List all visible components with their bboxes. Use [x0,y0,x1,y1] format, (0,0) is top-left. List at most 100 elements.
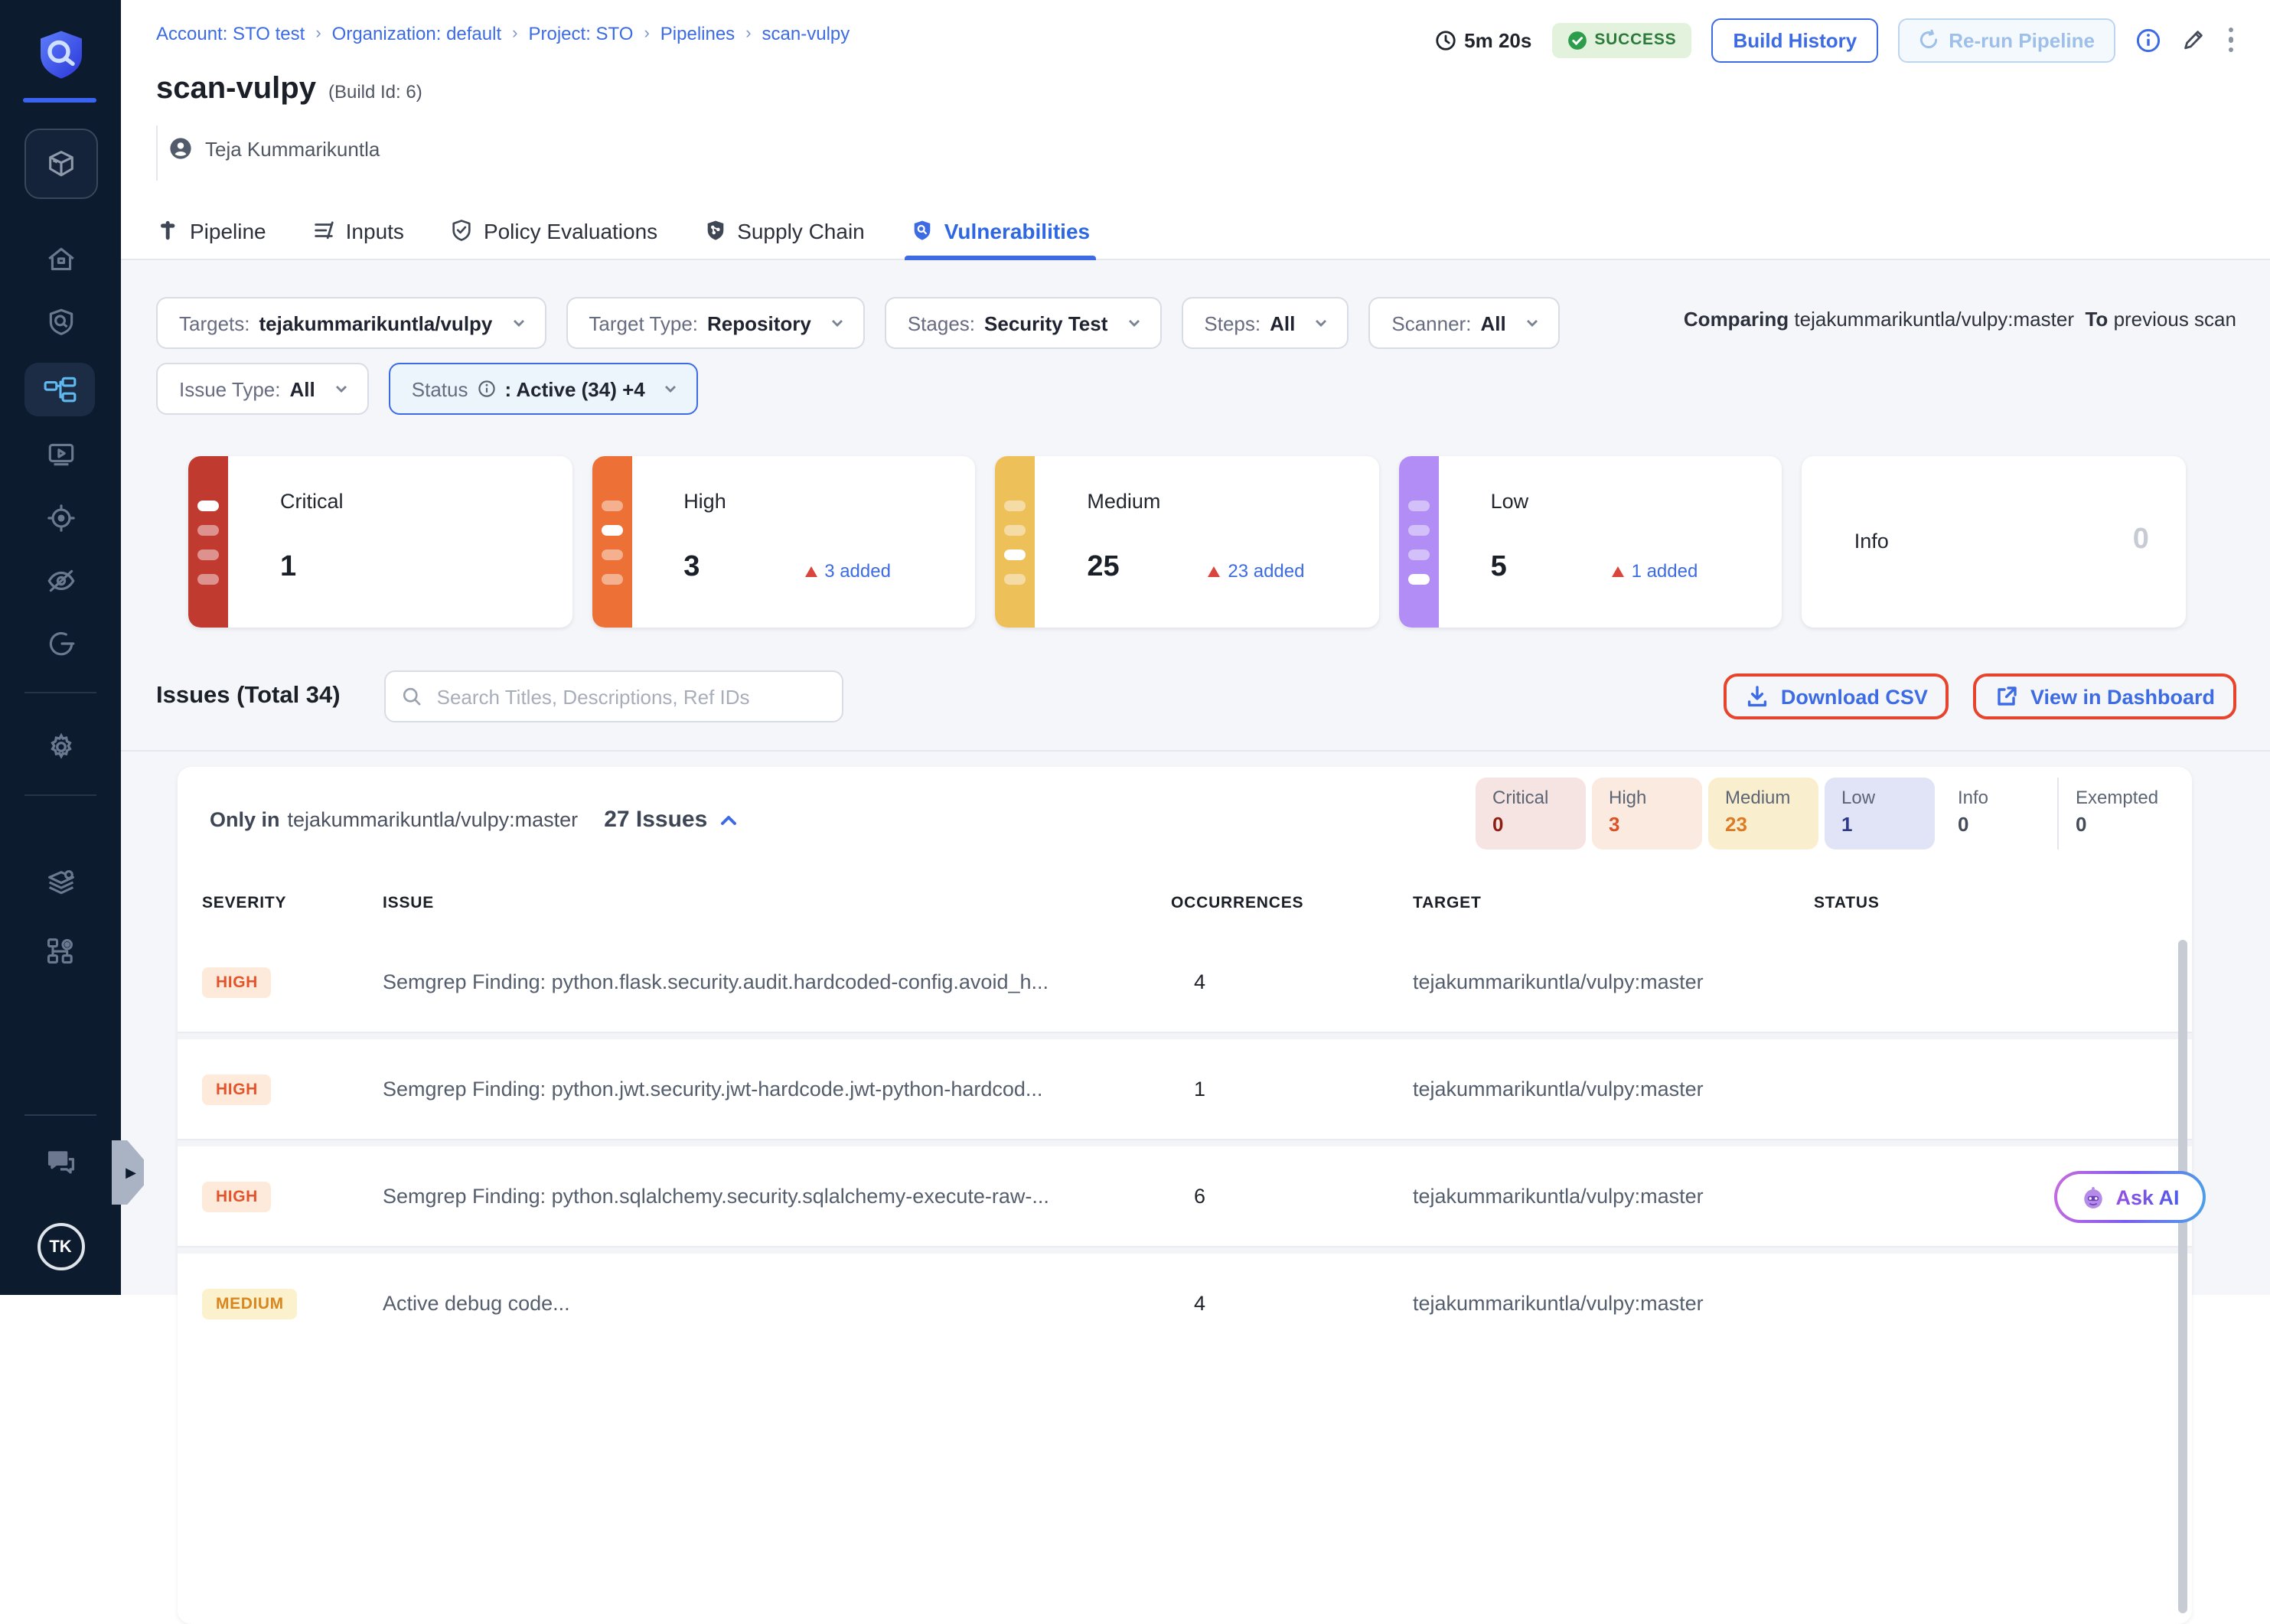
robot-icon [2080,1184,2106,1210]
occurrences-value: 1 [1171,1078,1413,1101]
medium-severity-bar [995,456,1035,628]
tab-inputs[interactable]: Inputs [312,201,404,260]
target-type-filter[interactable]: Target Type:Repository [566,297,864,349]
triangle-up-icon [1208,566,1220,576]
breadcrumb-separator: › [745,24,751,43]
scanner-filter[interactable]: Scanner:All [1368,297,1559,349]
issue-row[interactable]: HIGH Semgrep Finding: python.jwt.securit… [178,1039,2192,1139]
occurrences-value: 4 [1171,970,1413,993]
issue-row[interactable]: MEDIUM Active debug code... 4 tejakummar… [178,1254,2192,1353]
chevron-down-icon [830,315,845,331]
kebab-menu-icon[interactable] [2225,24,2236,56]
module-active-underline [23,98,96,103]
sidebar-divider [24,692,96,693]
chip-info[interactable]: Info0 [1941,778,2051,850]
issue-title: Semgrep Finding: python.sqlalchemy.secur… [383,1185,1171,1208]
chip-low[interactable]: Low1 [1825,778,1935,850]
issue-type-filter[interactable]: Issue Type:All [156,363,369,415]
circle-arrow-icon[interactable] [44,628,77,660]
settings-gear-icon[interactable] [44,730,77,764]
stages-filter[interactable]: Stages:Security Test [885,297,1162,349]
issue-row[interactable]: HIGH Semgrep Finding: python.sqlalchemy.… [178,1146,2192,1246]
row-separator [178,1032,2192,1039]
severity-summary-cards: Critical 1 High 3 3 added Medium 25 23 a… [188,456,2186,628]
author-connector-line [156,126,158,181]
target-value: tejakummarikuntla/vulpy:master [1413,1078,1814,1101]
issue-title: Active debug code... [383,1292,1171,1315]
high-severity-bar [592,456,631,628]
chevron-up-icon[interactable] [718,809,739,830]
row-separator [178,1246,2192,1254]
info-icon[interactable] [2135,27,2161,53]
build-duration: 5m 20s [1433,28,1531,51]
low-card[interactable]: Low 5 1 added [1399,456,1782,628]
group-target: tejakummarikuntla/vulpy:master [288,808,579,831]
build-history-button[interactable]: Build History [1711,18,1878,62]
scan-shield-icon[interactable] [44,306,77,338]
view-in-dashboard-button[interactable]: View in Dashboard [1995,684,2215,709]
severity-badge: HIGH [202,967,272,997]
vertical-scrollbar[interactable] [2178,940,2187,1613]
pipeline-icon [156,219,179,242]
target-value: tejakummarikuntla/vulpy:master [1413,970,1814,993]
high-card[interactable]: High 3 3 added [592,456,975,628]
medium-card[interactable]: Medium 25 23 added [995,456,1378,628]
edit-pencil-icon[interactable] [2180,28,2205,52]
eye-off-icon[interactable] [44,565,77,597]
breadcrumb-current[interactable]: scan-vulpy [762,23,850,44]
clock-icon [1433,28,1456,51]
targets-filter[interactable]: Targets:tejakummarikuntla/vulpy [156,297,546,349]
module-selector-button[interactable] [24,129,98,199]
issues-total-title: Issues (Total 34) [156,683,341,710]
occurrences-value: 4 [1171,1292,1413,1315]
low-count: 5 [1491,551,1507,585]
author-row: Teja Kummarikuntla [168,136,380,161]
chip-exempted[interactable]: Exempted0 [2057,778,2167,850]
chip-high[interactable]: High3 [1592,778,1702,850]
sidebar-item-pipelines-active[interactable] [24,363,95,416]
status-filter[interactable]: Status : Active (34) +4 [389,363,699,415]
critical-severity-bar [188,456,228,628]
search-input[interactable] [434,683,827,709]
help-chat-icon[interactable]: ? [44,1145,77,1179]
steps-filter[interactable]: Steps:All [1181,297,1349,349]
download-csv-button[interactable]: Download CSV [1746,684,1928,709]
info-icon [477,380,495,398]
critical-count: 1 [280,551,296,585]
low-severity-bar [1399,456,1439,628]
target-value: tejakummarikuntla/vulpy:master [1413,1185,1814,1208]
issue-row[interactable]: HIGH Semgrep Finding: python.flask.secur… [178,932,2192,1032]
group-header[interactable]: Only in tejakummarikuntla/vulpy:master 2… [210,807,739,833]
tab-pipeline[interactable]: Pipeline [156,201,266,260]
severity-badge: HIGH [202,1074,272,1104]
high-added-delta: 3 added [804,560,891,582]
breadcrumb-org[interactable]: Organization: default [332,23,502,44]
info-card[interactable]: Info 0 [1802,456,2186,628]
breadcrumb-project[interactable]: Project: STO [529,23,634,44]
rerun-pipeline-button[interactable]: Re-run Pipeline [1898,18,2115,62]
high-count: 3 [683,551,700,585]
breadcrumb-account[interactable]: Account: STO test [156,23,305,44]
tab-vulnerabilities[interactable]: Vulnerabilities [911,201,1090,260]
tab-supply-chain[interactable]: Supply Chain [703,201,865,260]
policy-shield-check-icon [450,219,473,242]
chip-critical[interactable]: Critical0 [1476,778,1586,850]
home-icon[interactable] [44,243,77,276]
main-content: Account: STO test › Organization: default… [121,0,2270,1295]
org-settings-icon[interactable] [44,934,77,967]
executions-icon[interactable] [44,438,77,470]
chip-medium[interactable]: Medium23 [1708,778,1818,850]
breadcrumb-pipelines[interactable]: Pipelines [660,23,735,44]
ask-ai-button[interactable]: Ask AI [2054,1171,2206,1223]
layers-settings-icon[interactable] [44,866,77,900]
chevron-down-icon [1126,315,1141,331]
sto-shield-logo[interactable] [33,26,88,84]
user-avatar-icon [168,136,193,161]
severity-chips: Critical0 High3 Medium23 Low1 Info0 [1476,778,2167,850]
critical-card[interactable]: Critical 1 [188,456,572,628]
user-avatar[interactable]: TK [37,1223,84,1270]
issues-search[interactable] [385,670,844,722]
chevron-down-icon [664,381,679,396]
targets-icon[interactable] [44,502,77,534]
tab-policy-evaluations[interactable]: Policy Evaluations [450,201,657,260]
